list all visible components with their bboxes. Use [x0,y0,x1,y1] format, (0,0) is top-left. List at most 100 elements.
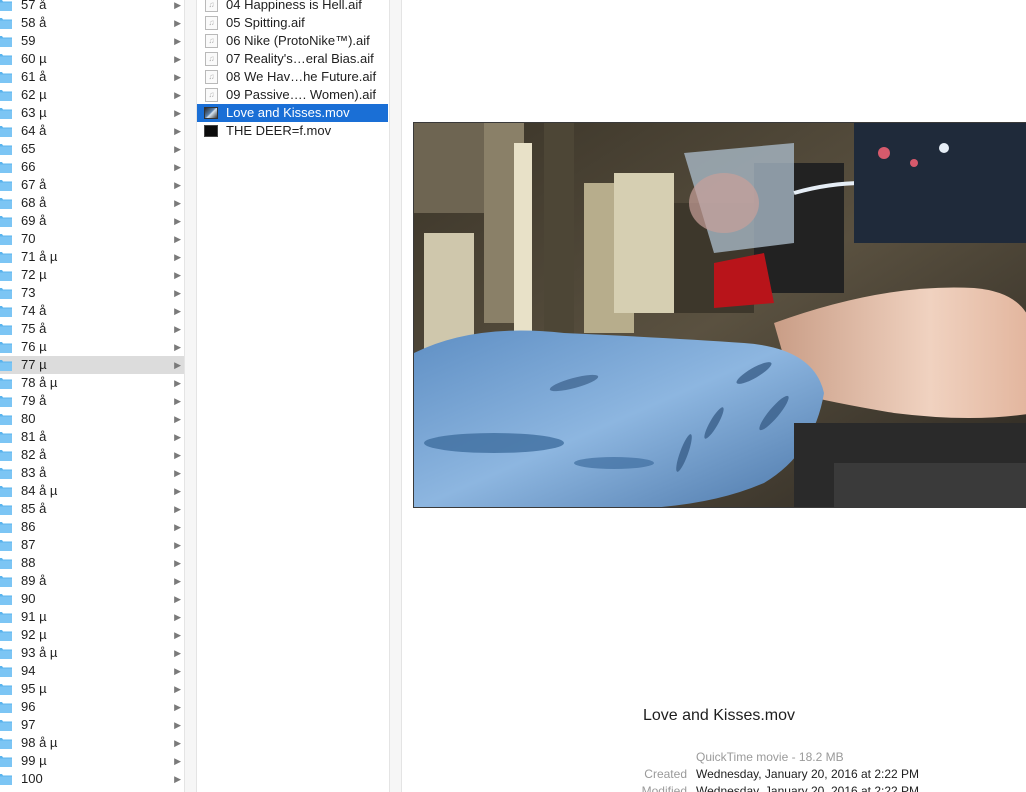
disclosure-triangle-icon[interactable]: ▶ [174,104,181,122]
folder-row[interactable]: 83 å ▶ [0,464,184,482]
disclosure-triangle-icon[interactable]: ▶ [174,392,181,410]
folder-row[interactable]: 81 å ▶ [0,428,184,446]
disclosure-triangle-icon[interactable]: ▶ [174,572,181,590]
column-divider[interactable] [389,0,402,792]
file-row[interactable]: ♫ 05 Spitting.aif [197,14,389,32]
disclosure-triangle-icon[interactable]: ▶ [174,194,181,212]
disclosure-triangle-icon[interactable]: ▶ [174,0,181,14]
disclosure-triangle-icon[interactable]: ▶ [174,176,181,194]
folder-row[interactable]: 74 å ▶ [0,302,184,320]
folder-row[interactable]: 62 µ ▶ [0,86,184,104]
folder-row[interactable]: 76 µ ▶ [0,338,184,356]
disclosure-triangle-icon[interactable]: ▶ [174,518,181,536]
folder-row[interactable]: 91 µ ▶ [0,608,184,626]
folder-row[interactable]: 80 ▶ [0,410,184,428]
disclosure-triangle-icon[interactable]: ▶ [174,536,181,554]
file-row[interactable]: ♫ 08 We Hav…he Future.aif [197,68,389,86]
disclosure-triangle-icon[interactable]: ▶ [174,320,181,338]
file-row[interactable]: ♫ 04 Happiness is Hell.aif [197,0,389,14]
folder-row[interactable]: 85 å ▶ [0,500,184,518]
folder-row[interactable]: 63 µ ▶ [0,104,184,122]
folder-row[interactable]: 67 å ▶ [0,176,184,194]
folder-row[interactable]: 57 å ▶ [0,0,184,14]
folder-row[interactable]: 99 µ ▶ [0,752,184,770]
folder-row[interactable]: 72 µ ▶ [0,266,184,284]
disclosure-triangle-icon[interactable]: ▶ [174,590,181,608]
disclosure-triangle-icon[interactable]: ▶ [174,734,181,752]
folder-column[interactable]: 57 å ▶ 58 å ▶ 59 ▶ 60 µ ▶ 61 å ▶ 62 µ ▶ 63 µ ▶ 64 å ▶ 65… [0,0,184,792]
file-row[interactable]: ♫ 07 Reality's…eral Bias.aif [197,50,389,68]
disclosure-triangle-icon[interactable]: ▶ [174,608,181,626]
file-row[interactable]: THE DEER=f.mov [197,122,389,140]
disclosure-triangle-icon[interactable]: ▶ [174,662,181,680]
disclosure-triangle-icon[interactable]: ▶ [174,212,181,230]
folder-row[interactable]: 64 å ▶ [0,122,184,140]
folder-row[interactable]: 84 å µ ▶ [0,482,184,500]
folder-row[interactable]: 71 å µ ▶ [0,248,184,266]
disclosure-triangle-icon[interactable]: ▶ [174,140,181,158]
disclosure-triangle-icon[interactable]: ▶ [174,680,181,698]
folder-row[interactable]: 68 å ▶ [0,194,184,212]
folder-row[interactable]: 92 µ ▶ [0,626,184,644]
disclosure-triangle-icon[interactable]: ▶ [174,500,181,518]
folder-row[interactable]: 58 å ▶ [0,14,184,32]
disclosure-triangle-icon[interactable]: ▶ [174,14,181,32]
disclosure-triangle-icon[interactable]: ▶ [174,32,181,50]
folder-row[interactable]: 61 å ▶ [0,68,184,86]
folder-row[interactable]: 82 å ▶ [0,446,184,464]
folder-row[interactable]: 95 µ ▶ [0,680,184,698]
folder-row[interactable]: 94 ▶ [0,662,184,680]
folder-row[interactable]: 60 µ ▶ [0,50,184,68]
folder-row[interactable]: 59 ▶ [0,32,184,50]
folder-row[interactable]: 86 ▶ [0,518,184,536]
disclosure-triangle-icon[interactable]: ▶ [174,50,181,68]
folder-row[interactable]: 70 ▶ [0,230,184,248]
folder-row[interactable]: 75 å ▶ [0,320,184,338]
folder-row[interactable]: 89 å ▶ [0,572,184,590]
disclosure-triangle-icon[interactable]: ▶ [174,122,181,140]
folder-row[interactable]: 100 ▶ [0,770,184,788]
disclosure-triangle-icon[interactable]: ▶ [174,158,181,176]
folder-row[interactable]: 79 å ▶ [0,392,184,410]
folder-row[interactable]: 97 ▶ [0,716,184,734]
file-row[interactable]: ♫ 06 Nike (ProtoNike™).aif [197,32,389,50]
folder-row[interactable]: 90 ▶ [0,590,184,608]
disclosure-triangle-icon[interactable]: ▶ [174,410,181,428]
disclosure-triangle-icon[interactable]: ▶ [174,698,181,716]
video-preview-thumbnail[interactable] [413,122,1026,508]
folder-row[interactable]: 77 µ ▶ [0,356,184,374]
folder-row[interactable]: 78 å µ ▶ [0,374,184,392]
folder-row[interactable]: 87 ▶ [0,536,184,554]
disclosure-triangle-icon[interactable]: ▶ [174,356,181,374]
disclosure-triangle-icon[interactable]: ▶ [174,266,181,284]
disclosure-triangle-icon[interactable]: ▶ [174,752,181,770]
folder-row[interactable]: 65 ▶ [0,140,184,158]
file-row[interactable]: Love and Kisses.mov [197,104,388,122]
disclosure-triangle-icon[interactable]: ▶ [174,68,181,86]
disclosure-triangle-icon[interactable]: ▶ [174,428,181,446]
disclosure-triangle-icon[interactable]: ▶ [174,374,181,392]
file-column[interactable]: ♫ 04 Happiness is Hell.aif ♫ 05 Spitting.ai… [197,0,389,792]
disclosure-triangle-icon[interactable]: ▶ [174,302,181,320]
disclosure-triangle-icon[interactable]: ▶ [174,644,181,662]
folder-row[interactable]: 69 å ▶ [0,212,184,230]
disclosure-triangle-icon[interactable]: ▶ [174,716,181,734]
disclosure-triangle-icon[interactable]: ▶ [174,554,181,572]
disclosure-triangle-icon[interactable]: ▶ [174,464,181,482]
folder-row[interactable]: 88 ▶ [0,554,184,572]
disclosure-triangle-icon[interactable]: ▶ [174,482,181,500]
disclosure-triangle-icon[interactable]: ▶ [174,338,181,356]
disclosure-triangle-icon[interactable]: ▶ [174,284,181,302]
disclosure-triangle-icon[interactable]: ▶ [174,248,181,266]
file-row[interactable]: ♫ 09 Passive…. Women).aif [197,86,389,104]
disclosure-triangle-icon[interactable]: ▶ [174,770,181,788]
disclosure-triangle-icon[interactable]: ▶ [174,230,181,248]
folder-row[interactable]: 98 å µ ▶ [0,734,184,752]
folder-row[interactable]: 66 ▶ [0,158,184,176]
column-divider[interactable] [184,0,197,792]
folder-row[interactable]: 96 ▶ [0,698,184,716]
disclosure-triangle-icon[interactable]: ▶ [174,626,181,644]
folder-row[interactable]: 73 ▶ [0,284,184,302]
folder-row[interactable]: 93 å µ ▶ [0,644,184,662]
disclosure-triangle-icon[interactable]: ▶ [174,86,181,104]
